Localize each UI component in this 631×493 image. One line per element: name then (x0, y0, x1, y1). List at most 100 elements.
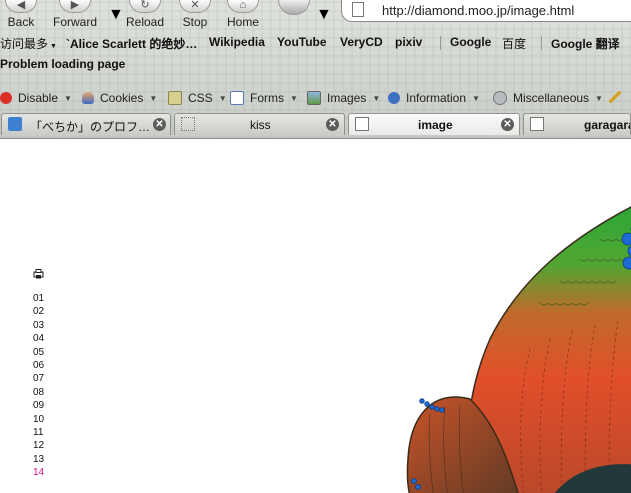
forward-button[interactable]: ▶ Forward (52, 0, 98, 29)
devbar-cookies[interactable]: Cookies ▼ (82, 91, 157, 105)
image-link-13[interactable]: 13 (33, 454, 44, 465)
image-nav-list: 01 02 03 04 05 06 07 08 09 10 11 12 13 14 (33, 292, 44, 479)
addon-button[interactable] (276, 0, 312, 15)
reload-button[interactable]: ↻ Reload (124, 0, 166, 29)
no-entry-icon (0, 92, 12, 104)
stop-icon: ✕ (179, 0, 211, 13)
list-item: 13 (33, 453, 44, 466)
home-button[interactable]: ⌂ Home (224, 0, 262, 29)
image-link-07[interactable]: 07 (33, 373, 44, 384)
bookmark-baidu[interactable]: 百度 (502, 35, 526, 52)
list-item: 09 (33, 399, 44, 412)
chevron-down-icon: ▼ (64, 93, 72, 103)
image-link-08[interactable]: 08 (33, 387, 44, 398)
list-item: 14 (33, 466, 44, 479)
list-item: 01 (33, 292, 44, 305)
devbar-disable[interactable]: Disable ▼ (0, 91, 72, 105)
image-link-10[interactable]: 10 (33, 414, 44, 425)
chevron-down-icon: ▼ (149, 93, 158, 103)
image-link-09[interactable]: 09 (33, 400, 44, 411)
forward-arrow-icon: ▶ (59, 0, 91, 13)
list-item: 05 (33, 346, 44, 359)
close-icon[interactable]: ✕ (501, 118, 514, 131)
bookmark-separator (541, 36, 542, 50)
image-link-03[interactable]: 03 (33, 320, 44, 331)
back-arrow-icon: ◀ (5, 0, 37, 13)
pixiv-favicon-icon (8, 117, 22, 131)
addon-dropdown-icon[interactable]: ▼ (316, 6, 332, 24)
list-item: 12 (33, 439, 44, 452)
list-item: 02 (33, 305, 44, 318)
bookmark-youtube[interactable]: YouTube (277, 35, 327, 49)
illustration (406, 205, 631, 493)
bookmark-most-visited[interactable]: 访问最多 ▼ (0, 35, 57, 52)
bookmark-alice-scarlett[interactable]: `Alice Scarlett 的绝妙… (66, 35, 197, 52)
bookmark-google[interactable]: Google (450, 35, 491, 49)
image-link-12[interactable]: 12 (33, 440, 44, 451)
web-developer-toolbar: Disable ▼ Cookies ▼ CSS ▼ Forms ▼ Images ▼ In… (0, 91, 631, 109)
bookmark-separator (440, 36, 441, 50)
list-item: 07 (33, 372, 44, 385)
bookmark-wikipedia[interactable]: Wikipedia (209, 35, 265, 49)
page-favicon-icon (530, 117, 544, 131)
chevron-down-icon: ▼ (595, 93, 603, 103)
css-icon (168, 91, 182, 105)
tab-profile[interactable]: 「べちか」のプロフ… ✕ (1, 113, 171, 135)
printer-icon[interactable] (33, 269, 44, 279)
addon-icon (278, 0, 310, 15)
pencil-icon (609, 91, 621, 103)
page-favicon-icon (355, 117, 369, 131)
devbar-tools[interactable] (609, 91, 627, 103)
stop-button[interactable]: ✕ Stop (176, 0, 214, 29)
url-text[interactable]: http://diamond.moo.jp/image.html (382, 3, 574, 18)
image-link-14[interactable]: 14 (33, 467, 44, 478)
list-item: 04 (33, 332, 44, 345)
tab-kiss[interactable]: kiss ✕ (174, 113, 345, 135)
image-link-05[interactable]: 05 (33, 347, 44, 358)
image-link-06[interactable]: 06 (33, 360, 44, 371)
chevron-down-icon: ▼ (290, 93, 298, 103)
form-icon (230, 91, 244, 105)
devbar-information[interactable]: Information ▼ (388, 91, 480, 105)
image-link-11[interactable]: 11 (33, 427, 43, 438)
chevron-down-icon: ▼ (472, 93, 480, 103)
image-link-01[interactable]: 01 (33, 293, 44, 304)
image-icon (307, 91, 321, 105)
devbar-miscellaneous[interactable]: Miscellaneous ▼ (493, 91, 603, 105)
list-item: 11 (33, 426, 44, 439)
page-content: 01 02 03 04 05 06 07 08 09 10 11 12 13 14 (0, 139, 631, 493)
tab-garagara[interactable]: garagara (523, 113, 631, 135)
bookmark-verycd[interactable]: VeryCD (340, 35, 383, 49)
tab-image[interactable]: image ✕ (348, 113, 520, 135)
close-icon[interactable]: ✕ (326, 118, 339, 131)
image-link-02[interactable]: 02 (33, 306, 44, 317)
history-dropdown-icon[interactable]: ▼ (108, 6, 124, 24)
chevron-down-icon: ▼ (372, 93, 381, 103)
bookmarks-bar: 访问最多 ▼ `Alice Scarlett 的绝妙… Wikipedia You… (0, 35, 631, 53)
devbar-images[interactable]: Images ▼ (307, 91, 380, 105)
home-icon: ⌂ (227, 0, 259, 13)
page-icon (352, 2, 364, 17)
info-icon (388, 92, 400, 104)
reload-icon: ↻ (129, 0, 161, 13)
devbar-forms[interactable]: Forms ▼ (230, 91, 298, 105)
list-item: 06 (33, 359, 44, 372)
list-item: 03 (33, 319, 44, 332)
list-item: 10 (33, 413, 44, 426)
bookmark-google-translate[interactable]: Google 翻译 (551, 35, 620, 52)
back-button[interactable]: ◀ Back (0, 0, 42, 29)
bookmark-pixiv[interactable]: pixiv (395, 35, 422, 49)
blank-favicon-icon (181, 117, 195, 131)
gear-icon (493, 91, 507, 105)
image-link-04[interactable]: 04 (33, 333, 44, 344)
person-icon (82, 92, 94, 104)
devbar-css[interactable]: CSS ▼ (168, 91, 227, 105)
tab-strip: 「べちか」のプロフ… ✕ kiss ✕ image ✕ garagara (0, 113, 631, 136)
url-bar[interactable]: http://diamond.moo.jp/image.html (341, 0, 631, 22)
browser-chrome: ◀ Back ▶ Forward ▼ ↻ Reload ✕ Stop ⌂ Hom… (0, 0, 631, 139)
close-icon[interactable]: ✕ (153, 118, 166, 131)
chevron-down-icon: ▼ (50, 43, 57, 50)
chevron-down-icon: ▼ (218, 93, 227, 103)
list-item: 08 (33, 386, 44, 399)
notification-text: Problem loading page (0, 57, 126, 71)
